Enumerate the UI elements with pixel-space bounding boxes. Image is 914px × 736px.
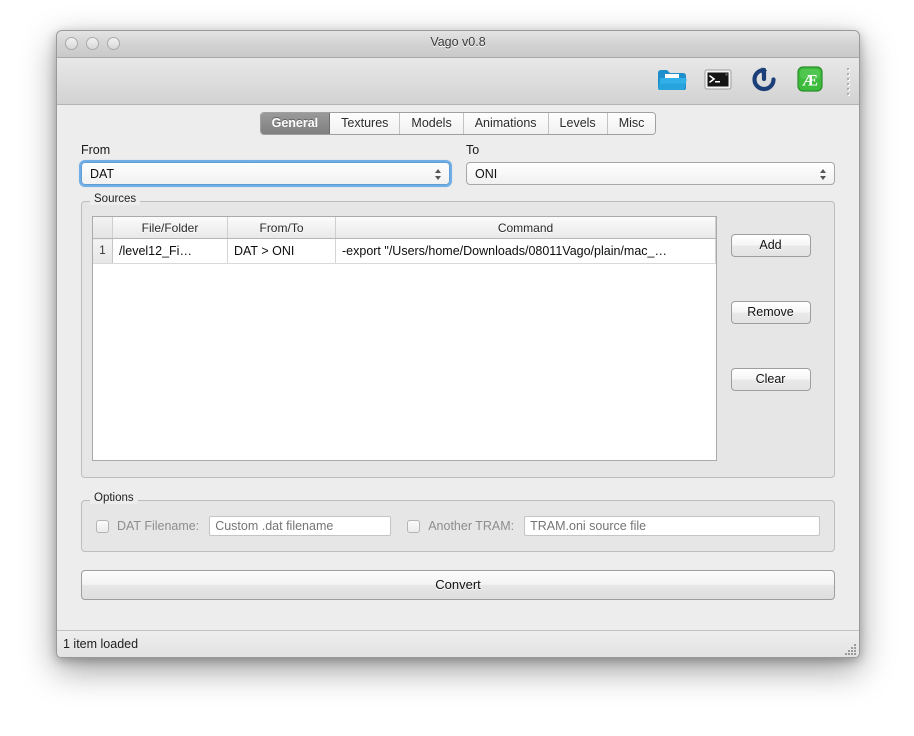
add-button[interactable]: Add (730, 234, 811, 257)
vago-main-window: Vago v0.8 Æ General Textures Models Anim… (56, 30, 860, 658)
from-select[interactable]: DAT (79, 160, 452, 187)
tab-animations[interactable]: Animations (463, 113, 549, 134)
reload-button[interactable] (741, 61, 787, 101)
empty-gutter (93, 263, 113, 264)
status-text: 1 item loaded (63, 637, 139, 651)
sources-table-head: File/Folder From/To Command (93, 217, 716, 239)
status-bar: 1 item loaded (57, 630, 859, 657)
tab-bar: General Textures Models Animations Level… (57, 105, 859, 135)
general-tab-panel: From DAT To ONI Sources File/Folder From… (57, 143, 859, 638)
table-row[interactable]: 1 /level12_Fi… DAT > ONI -export "/Users… (93, 238, 716, 264)
tab-levels[interactable]: Levels (548, 113, 608, 134)
resize-grip[interactable] (842, 641, 856, 655)
remove-button[interactable]: Remove (730, 301, 811, 324)
svg-text:Æ: Æ (802, 72, 818, 89)
chevron-updown-icon (434, 166, 442, 183)
row-command: -export "/Users/home/Downloads/08011Vago… (335, 238, 716, 264)
header-file-folder[interactable]: File/Folder (112, 217, 228, 239)
to-field-group: To ONI (466, 143, 835, 185)
to-label: To (466, 143, 480, 157)
open-folder-icon (657, 66, 687, 97)
options-group-title: Options (90, 492, 138, 504)
sources-actions: Add Remove Clear (717, 216, 824, 467)
desktop-background: Vago v0.8 Æ General Textures Models Anim… (0, 0, 914, 736)
header-from-to[interactable]: From/To (227, 217, 336, 239)
clear-button[interactable]: Clear (730, 368, 811, 391)
sources-group: Sources File/Folder From/To Command 1 /l… (81, 193, 835, 478)
toolbar-grip[interactable] (845, 68, 851, 96)
another-tram-input[interactable] (524, 516, 820, 536)
empty-cell (336, 264, 716, 265)
header-command[interactable]: Command (335, 217, 716, 239)
row-file-folder: /level12_Fi… (112, 238, 228, 264)
to-value: ONI (475, 167, 498, 181)
conversion-fields: From DAT To ONI (79, 143, 835, 187)
to-select[interactable]: ONI (466, 162, 835, 185)
convert-button[interactable]: Convert (81, 570, 835, 600)
terminal-button[interactable] (695, 61, 741, 101)
tab-textures[interactable]: Textures (330, 113, 401, 134)
dat-filename-label: DAT Filename: (117, 519, 200, 533)
sources-content: File/Folder From/To Command 1 /level12_F… (92, 216, 824, 467)
from-label: From (81, 143, 111, 157)
from-field-group: From DAT (79, 143, 452, 187)
ae-icon: Æ (796, 65, 824, 98)
tab-misc[interactable]: Misc (607, 113, 656, 134)
table-empty-area (93, 263, 716, 265)
window-titlebar[interactable]: Vago v0.8 (57, 31, 859, 58)
another-tram-label: Another TRAM: (428, 519, 515, 533)
chevron-updown-icon (819, 166, 827, 183)
sources-table-body: 1 /level12_Fi… DAT > ONI -export "/Users… (93, 238, 716, 265)
tab-group: General Textures Models Animations Level… (259, 112, 657, 135)
header-rownum (93, 217, 113, 239)
open-folder-button[interactable] (649, 61, 695, 101)
window-title: Vago v0.8 (430, 35, 486, 49)
table-header-row: File/Folder From/To Command (93, 217, 716, 239)
dat-filename-input[interactable] (209, 516, 392, 536)
sources-table-container[interactable]: File/Folder From/To Command 1 /level12_F… (92, 216, 717, 461)
row-from-to: DAT > ONI (227, 238, 336, 264)
options-group: Options DAT Filename: Another TRAM: (81, 492, 835, 552)
tab-general[interactable]: General (260, 113, 331, 134)
empty-cell (228, 264, 336, 265)
tab-models[interactable]: Models (400, 113, 464, 134)
from-value: DAT (90, 167, 115, 181)
sources-table: File/Folder From/To Command 1 /level12_F… (93, 217, 716, 264)
sources-group-title: Sources (90, 193, 141, 205)
another-tram-checkbox[interactable] (407, 519, 421, 533)
dat-filename-checkbox[interactable] (96, 519, 109, 533)
row-index: 1 (93, 238, 113, 264)
reload-icon (749, 65, 779, 98)
empty-cell (113, 264, 228, 265)
options-content: DAT Filename: Another TRAM: (82, 501, 834, 551)
main-toolbar: Æ (57, 58, 859, 105)
terminal-icon (703, 66, 733, 97)
ae-button[interactable]: Æ (787, 61, 833, 101)
